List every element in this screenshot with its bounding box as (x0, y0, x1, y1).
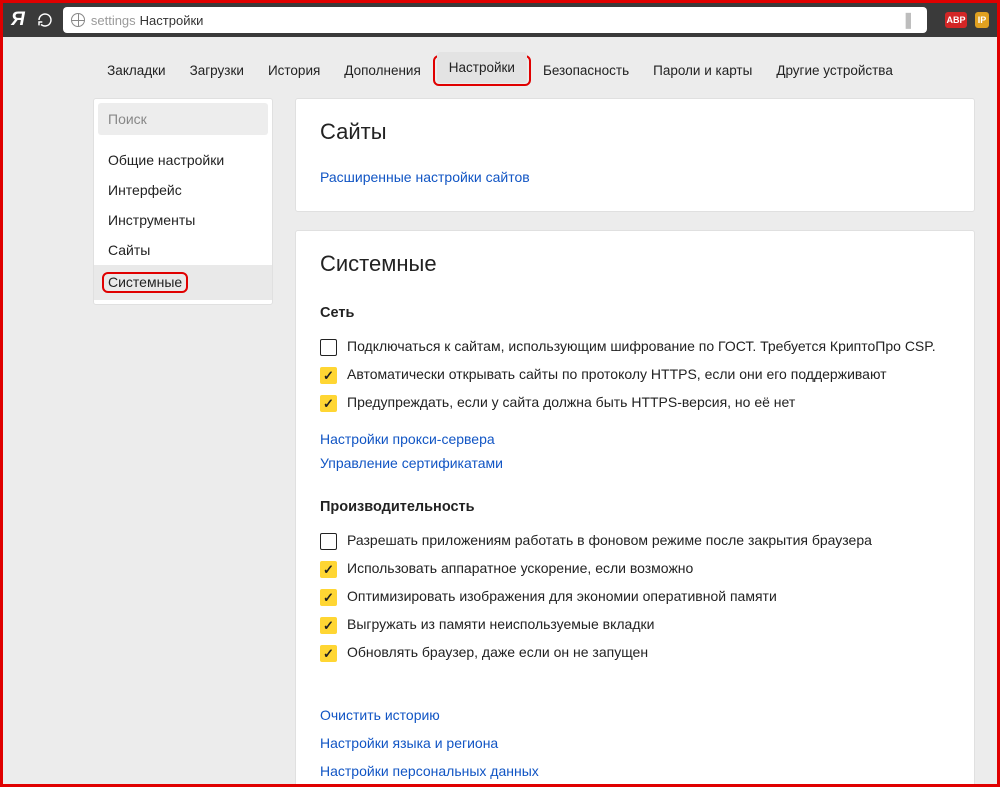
checkbox-row: Оптимизировать изображения для экономии … (320, 583, 950, 611)
network-section: Сеть Подключаться к сайтам, использующим… (320, 305, 950, 471)
yandex-logo[interactable]: Я (11, 9, 25, 31)
top-nav-item[interactable]: Пароли и карты (641, 55, 764, 86)
settings-link[interactable]: Настройки языка и региона (320, 729, 950, 757)
checkbox[interactable] (320, 645, 337, 662)
advanced-sites-link[interactable]: Расширенные настройки сайтов (320, 151, 950, 185)
checkbox[interactable] (320, 533, 337, 550)
address-text: Настройки (140, 13, 204, 28)
bookmark-icon[interactable]: ❚ (902, 10, 915, 30)
top-nav-item[interactable]: Закладки (95, 55, 177, 86)
address-prefix: settings (91, 13, 136, 28)
top-nav-item[interactable]: Дополнения (332, 55, 432, 86)
top-nav-item[interactable]: Безопасность (531, 55, 641, 86)
checkbox[interactable] (320, 395, 337, 412)
checkbox-label: Выгружать из памяти неиспользуемые вклад… (347, 616, 654, 632)
extension-ip-icon[interactable]: IP (975, 12, 989, 28)
sidebar-item[interactable]: Системные (94, 265, 272, 300)
top-nav-item[interactable]: История (256, 55, 332, 86)
checkbox-label: Автоматически открывать сайты по протоко… (347, 366, 887, 382)
settings-link[interactable]: Очистить историю (320, 701, 950, 729)
checkbox-row: Выгружать из памяти неиспользуемые вклад… (320, 611, 950, 639)
extension-abp-icon[interactable]: ABP (945, 12, 967, 28)
checkbox-label: Оптимизировать изображения для экономии … (347, 588, 777, 604)
sidebar-item[interactable]: Инструменты (94, 205, 272, 235)
settings-link[interactable]: Настройки прокси-сервера (320, 423, 950, 447)
checkbox-label: Подключаться к сайтам, использующим шифр… (347, 338, 936, 354)
checkbox-row: Разрешать приложениям работать в фоновом… (320, 527, 950, 555)
checkbox[interactable] (320, 617, 337, 634)
checkbox-label: Использовать аппаратное ускорение, если … (347, 560, 693, 576)
refresh-icon[interactable] (37, 12, 53, 28)
top-nav-item[interactable]: Загрузки (178, 55, 256, 86)
sites-panel: Сайты Расширенные настройки сайтов (295, 98, 975, 212)
checkbox[interactable] (320, 339, 337, 356)
sites-panel-title: Сайты (320, 119, 950, 145)
checkbox-label: Обновлять браузер, даже если он не запущ… (347, 644, 648, 660)
performance-heading: Производительность (320, 499, 950, 515)
checkbox-row: Предупреждать, если у сайта должна быть … (320, 389, 950, 417)
system-panel: Системные Сеть Подключаться к сайтам, ис… (295, 230, 975, 784)
sidebar-item[interactable]: Интерфейс (94, 175, 272, 205)
bottom-links: Очистить историюНастройки языка и регион… (320, 701, 950, 784)
checkbox-row: Обновлять браузер, даже если он не запущ… (320, 639, 950, 667)
sidebar-item[interactable]: Сайты (94, 235, 272, 265)
checkbox-row: Автоматически открывать сайты по протоко… (320, 361, 950, 389)
network-heading: Сеть (320, 305, 950, 321)
highlight-box: Настройки (433, 55, 531, 86)
checkbox[interactable] (320, 589, 337, 606)
address-bar[interactable]: settings Настройки ❚ (63, 7, 927, 33)
settings-link[interactable]: Настройки персональных данных (320, 757, 950, 784)
highlight-box: Системные (102, 272, 188, 293)
checkbox-row: Подключаться к сайтам, использующим шифр… (320, 333, 950, 361)
sidebar-item[interactable]: Общие настройки (94, 145, 272, 175)
sidebar-search[interactable]: Поиск (98, 103, 268, 135)
globe-icon (71, 13, 85, 27)
settings-link[interactable]: Управление сертификатами (320, 447, 950, 471)
checkbox-row: Использовать аппаратное ускорение, если … (320, 555, 950, 583)
performance-section: Производительность Разрешать приложениям… (320, 499, 950, 667)
checkbox[interactable] (320, 561, 337, 578)
browser-toolbar: Я settings Настройки ❚ ABP IP (3, 3, 997, 37)
system-panel-title: Системные (320, 251, 950, 277)
checkbox-label: Разрешать приложениям работать в фоновом… (347, 532, 872, 548)
top-nav: ЗакладкиЗагрузкиИсторияДополненияНастрой… (3, 37, 997, 98)
top-nav-item[interactable]: Настройки (437, 52, 527, 83)
checkbox-label: Предупреждать, если у сайта должна быть … (347, 394, 795, 410)
checkbox[interactable] (320, 367, 337, 384)
sidebar: Поиск Общие настройкиИнтерфейсИнструмент… (93, 98, 273, 305)
top-nav-item[interactable]: Другие устройства (764, 55, 905, 86)
